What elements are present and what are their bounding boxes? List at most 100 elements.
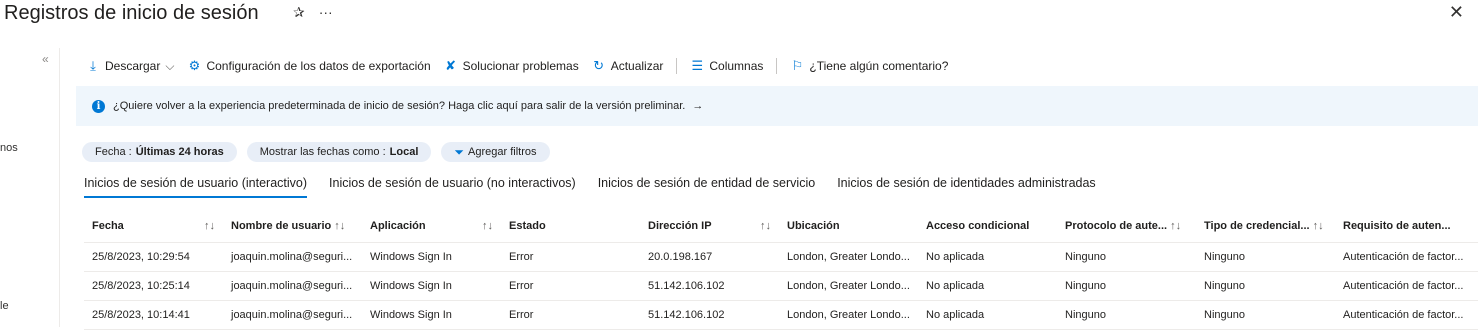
cell-username: joaquin.molina@seguri... xyxy=(223,300,362,330)
columns-button[interactable]: ☰ Columnas xyxy=(690,58,764,74)
column-header-label: Protocolo de aute... xyxy=(1065,220,1168,232)
table-row[interactable]: 25/8/2023, 10:25:14 joaquin.molina@segur… xyxy=(84,271,1478,301)
date-filter-chip[interactable]: Fecha : Últimas 24 horas xyxy=(82,142,237,162)
column-header-label: Nombre de usuario xyxy=(231,220,332,232)
table-row[interactable]: 25/8/2023, 10:29:54 joaquin.molina@segur… xyxy=(84,242,1478,272)
cell-conditional-access: No aplicada xyxy=(918,242,1057,272)
preview-info-banner[interactable]: i ¿Quiere volver a la experiencia predet… xyxy=(76,86,1478,126)
gear-icon: ⚙ xyxy=(188,58,201,73)
refresh-icon: ↻ xyxy=(593,58,605,73)
sort-icon[interactable]: ↑↓ xyxy=(760,220,771,232)
cell-location: London, Greater Londo... xyxy=(779,300,918,330)
cell-location: London, Greater Londo... xyxy=(779,242,918,272)
tab-service-principal[interactable]: Inicios de sesión de entidad de servicio xyxy=(598,176,816,198)
cell-username: joaquin.molina@seguri... xyxy=(223,271,362,301)
tab-user-non-interactive[interactable]: Inicios de sesión de usuario (no interac… xyxy=(329,176,576,198)
pin-icon[interactable]: ✰ xyxy=(293,4,305,21)
left-panel-text-fragment: nos xyxy=(0,142,18,154)
column-header-status[interactable]: Estado xyxy=(501,210,640,243)
column-header-label: Tipo de credencial... xyxy=(1204,220,1310,232)
arrow-right-icon[interactable]: → xyxy=(692,100,703,112)
show-dates-label: Mostrar las fechas como : xyxy=(259,146,386,158)
add-filters-button[interactable]: ⏷ Agregar filtros xyxy=(441,142,550,162)
column-header-ip-address[interactable]: Dirección IP ↑↓ xyxy=(640,210,779,243)
toolbar-separator xyxy=(776,58,778,74)
filter-bar: Fecha : Últimas 24 horas Mostrar las fec… xyxy=(82,142,550,162)
troubleshoot-button[interactable]: ✘ Solucionar problemas xyxy=(444,58,579,74)
show-dates-chip[interactable]: Mostrar las fechas como : Local xyxy=(246,142,432,162)
cell-auth-requirement: Autenticación de factor... xyxy=(1335,271,1478,301)
column-header-label: Estado xyxy=(509,220,546,232)
cell-location: London, Greater Londo... xyxy=(779,271,918,301)
sort-icon[interactable]: ↑↓ xyxy=(334,220,345,232)
cell-application: Windows Sign In xyxy=(362,242,501,272)
panel-divider xyxy=(59,48,60,327)
cell-date: 25/8/2023, 10:25:14 xyxy=(84,271,223,301)
sort-icon[interactable]: ↑↓ xyxy=(204,220,215,232)
signin-logs-table: Fecha ↑↓ Nombre de usuario ↑↓ Aplicación ↑↓… xyxy=(84,210,1478,330)
page-title: Registros de inicio de sesión xyxy=(4,2,259,24)
command-bar: ⤓ Descargar ⌵ ⚙ Configuración de los dat… xyxy=(86,56,961,76)
date-filter-label: Fecha : xyxy=(95,146,132,158)
cell-application: Windows Sign In xyxy=(362,271,501,301)
chevron-down-icon: ⌵ xyxy=(165,58,175,73)
column-header-label: Acceso condicional xyxy=(926,220,1030,232)
column-header-conditional-access[interactable]: Acceso condicional xyxy=(918,210,1057,243)
sort-icon[interactable]: ↑↓ xyxy=(482,220,493,232)
add-filters-label: Agregar filtros xyxy=(468,146,537,158)
sort-icon[interactable]: ↑↓ xyxy=(1170,220,1181,232)
column-header-application[interactable]: Aplicación ↑↓ xyxy=(362,210,501,243)
left-panel-text-fragment: le xyxy=(0,300,9,312)
cell-credential-type: Ninguno xyxy=(1196,300,1335,330)
cell-status: Error xyxy=(501,242,640,272)
feedback-label: ¿Tiene algún comentario? xyxy=(809,59,949,73)
tab-user-interactive[interactable]: Inicios de sesión de usuario (interactiv… xyxy=(84,176,308,198)
collapse-panel-icon[interactable]: « xyxy=(42,52,49,66)
table-row[interactable]: 25/8/2023, 10:14:41 joaquin.molina@segur… xyxy=(84,300,1478,330)
cell-auth-protocol: Ninguno xyxy=(1057,271,1196,301)
cell-status: Error xyxy=(501,300,640,330)
cell-auth-requirement: Autenticación de factor... xyxy=(1335,300,1478,330)
troubleshoot-label: Solucionar problemas xyxy=(462,59,579,73)
more-options-icon[interactable]: ··· xyxy=(319,4,333,21)
add-filter-icon: ⏷ xyxy=(454,145,465,159)
cell-date: 25/8/2023, 10:14:41 xyxy=(84,300,223,330)
column-header-label: Requisito de auten... xyxy=(1343,220,1451,232)
cell-ip-address: 20.0.198.167 xyxy=(640,242,779,272)
column-header-label: Dirección IP xyxy=(648,220,712,232)
cell-username: joaquin.molina@seguri... xyxy=(223,242,362,272)
cell-auth-protocol: Ninguno xyxy=(1057,300,1196,330)
column-header-credential-type[interactable]: Tipo de credencial... ↑↓ xyxy=(1196,210,1335,243)
feedback-icon: ⚐ xyxy=(791,58,804,73)
tab-managed-identities[interactable]: Inicios de sesión de identidades adminis… xyxy=(837,176,1096,198)
show-dates-value: Local xyxy=(389,146,419,158)
cell-credential-type: Ninguno xyxy=(1196,271,1335,301)
sort-icon[interactable]: ↑↓ xyxy=(1313,220,1324,232)
banner-text: ¿Quiere volver a la experiencia predeter… xyxy=(113,100,686,112)
column-header-date[interactable]: Fecha ↑↓ xyxy=(84,210,223,243)
export-settings-button[interactable]: ⚙ Configuración de los datos de exportac… xyxy=(187,58,431,74)
toolbar-separator xyxy=(676,58,678,74)
export-settings-label: Configuración de los datos de exportació… xyxy=(206,59,431,73)
column-header-location[interactable]: Ubicación xyxy=(779,210,918,243)
date-filter-value: Últimas 24 horas xyxy=(135,146,224,158)
column-header-auth-requirement[interactable]: Requisito de auten... xyxy=(1335,210,1478,243)
feedback-button[interactable]: ⚐ ¿Tiene algún comentario? xyxy=(790,58,949,74)
columns-icon: ☰ xyxy=(691,58,704,73)
column-header-label: Aplicación xyxy=(370,220,426,232)
cell-ip-address: 51.142.106.102 xyxy=(640,300,779,330)
column-header-auth-protocol[interactable]: Protocolo de aute... ↑↓ xyxy=(1057,210,1196,243)
cell-auth-protocol: Ninguno xyxy=(1057,242,1196,272)
download-label: Descargar xyxy=(105,59,161,73)
refresh-button[interactable]: ↻ Actualizar xyxy=(592,58,663,74)
close-icon[interactable]: ✕ xyxy=(1449,2,1464,23)
cell-auth-requirement: Autenticación de factor... xyxy=(1335,242,1478,272)
download-button[interactable]: ⤓ Descargar ⌵ xyxy=(86,58,174,74)
column-header-username[interactable]: Nombre de usuario ↑↓ xyxy=(223,210,362,243)
columns-label: Columnas xyxy=(709,59,764,73)
cell-date: 25/8/2023, 10:29:54 xyxy=(84,242,223,272)
column-header-label: Fecha xyxy=(92,220,124,232)
cell-application: Windows Sign In xyxy=(362,300,501,330)
cell-credential-type: Ninguno xyxy=(1196,242,1335,272)
cell-status: Error xyxy=(501,271,640,301)
